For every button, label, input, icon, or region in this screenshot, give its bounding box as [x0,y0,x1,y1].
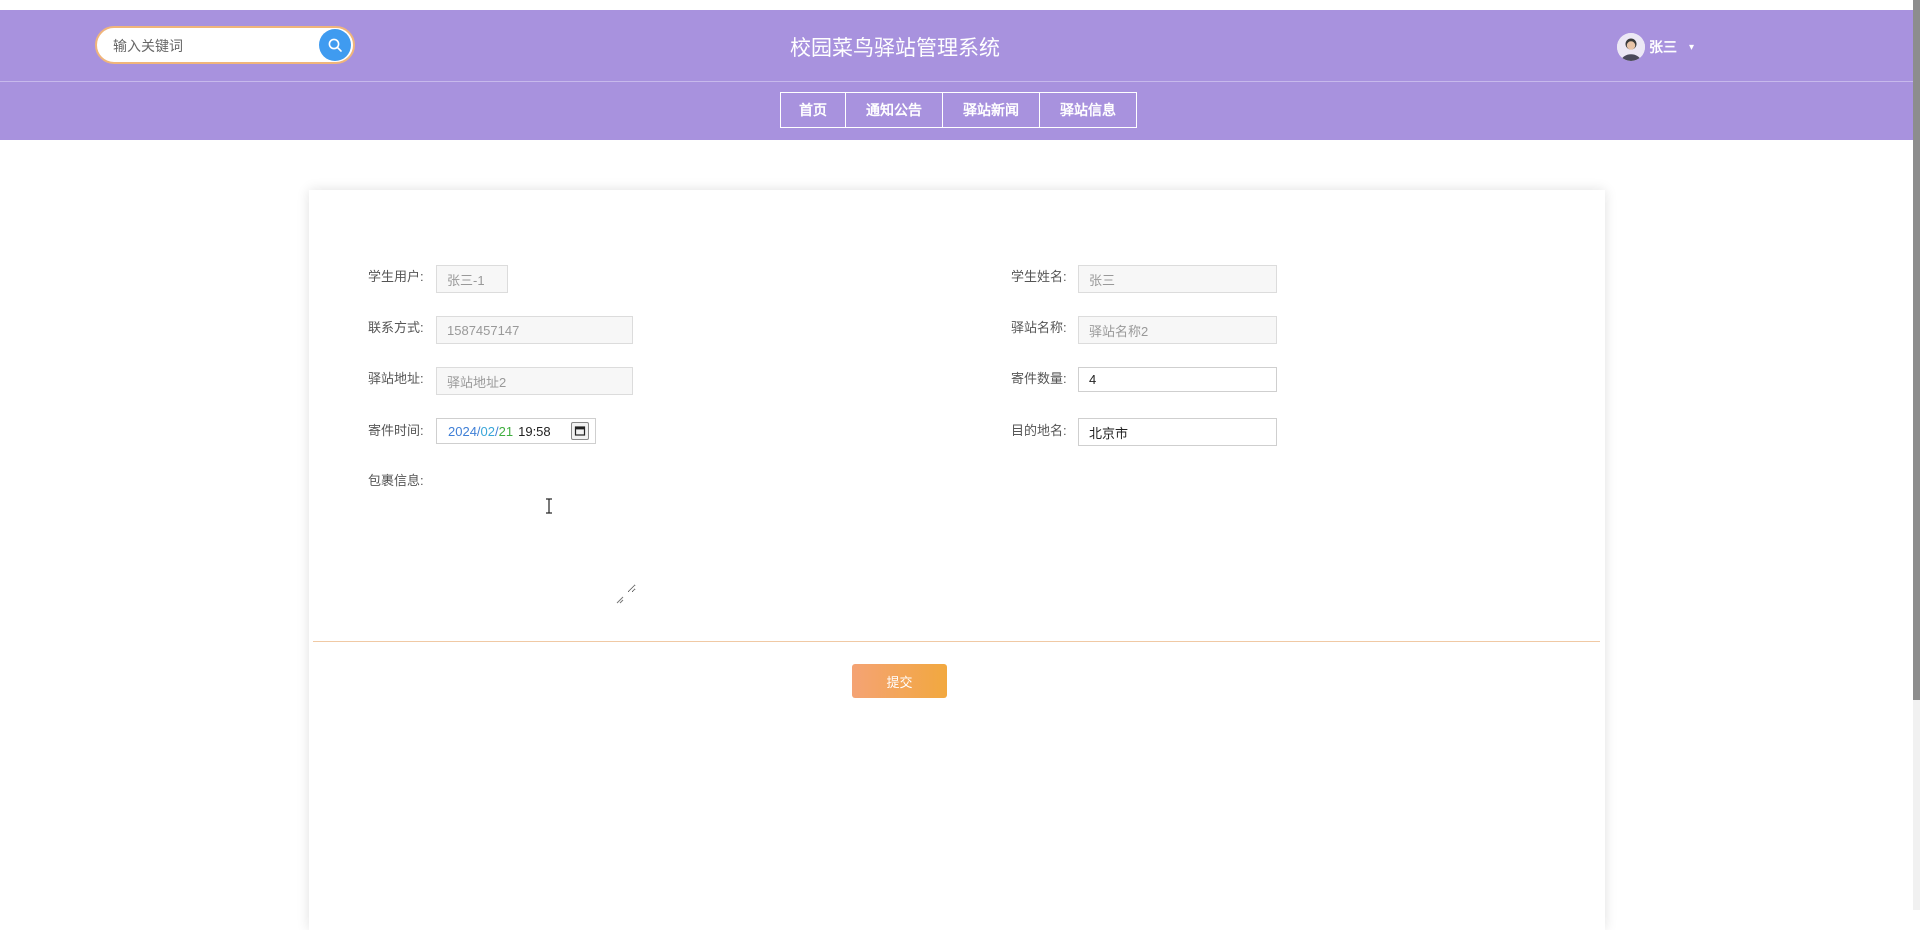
date-year: 2024 [448,423,477,439]
send-quantity-label: 寄件数量: [1011,371,1067,386]
user-name: 张三 [1649,39,1677,55]
chevron-down-icon: ▾ [1689,41,1695,53]
destination-field[interactable] [1078,418,1277,446]
student-name-field[interactable] [1078,265,1277,293]
page-scrollbar[interactable] [1913,0,1920,910]
avatar [1617,33,1645,61]
send-time-field[interactable]: 2024 / 02 / 21 19:58 [436,418,596,444]
submit-button[interactable]: 提交 [852,664,947,698]
package-info-label: 包裹信息: [368,473,424,488]
resize-handle-icon[interactable] [616,596,624,604]
package-info-textarea[interactable] [436,468,636,593]
text-cursor-icon [546,498,552,514]
send-quantity-field[interactable] [1078,367,1277,392]
nav-item-station-info[interactable]: 驿站信息 [1039,92,1137,128]
station-address-field[interactable] [436,367,633,395]
top-strip [0,0,1920,10]
nav-item-notices[interactable]: 通知公告 [845,92,943,128]
destination-label: 目的地名: [1011,423,1067,438]
station-name-field[interactable] [1078,316,1277,344]
form-divider [313,641,1600,642]
nav-item-home[interactable]: 首页 [780,92,846,128]
contact-label: 联系方式: [368,320,424,335]
station-name-label: 驿站名称: [1011,320,1067,335]
user-avatar-icon [1617,33,1645,61]
form-card: 学生用户: 学生姓名: 联系方式: 驿站名称: 驿站地址: 寄件数量: 寄件时间… [309,190,1605,930]
nav-item-news[interactable]: 驿站新闻 [942,92,1040,128]
date-day: 21 [498,423,514,439]
student-user-field[interactable] [436,265,508,293]
send-time-label: 寄件时间: [368,423,424,438]
main-nav: 首页 通知公告 驿站新闻 驿站信息 [780,92,1137,128]
date-month: 02 [480,423,496,439]
site-title: 校园菜鸟驿站管理系统 [790,36,1000,60]
header-bar: 校园菜鸟驿站管理系统 张三 ▾ 首页 通知公告 驿站新闻 驿站信息 [0,10,1914,140]
student-user-label: 学生用户: [368,269,424,284]
station-address-label: 驿站地址: [368,371,424,386]
header-divider [0,81,1914,82]
calendar-icon[interactable] [571,422,589,440]
student-name-label: 学生姓名: [1011,269,1067,284]
contact-field[interactable] [436,316,633,344]
date-time: 19:58 [518,423,551,439]
user-menu[interactable]: 张三 ▾ [1617,32,1694,62]
scrollbar-thumb[interactable] [1913,0,1920,700]
